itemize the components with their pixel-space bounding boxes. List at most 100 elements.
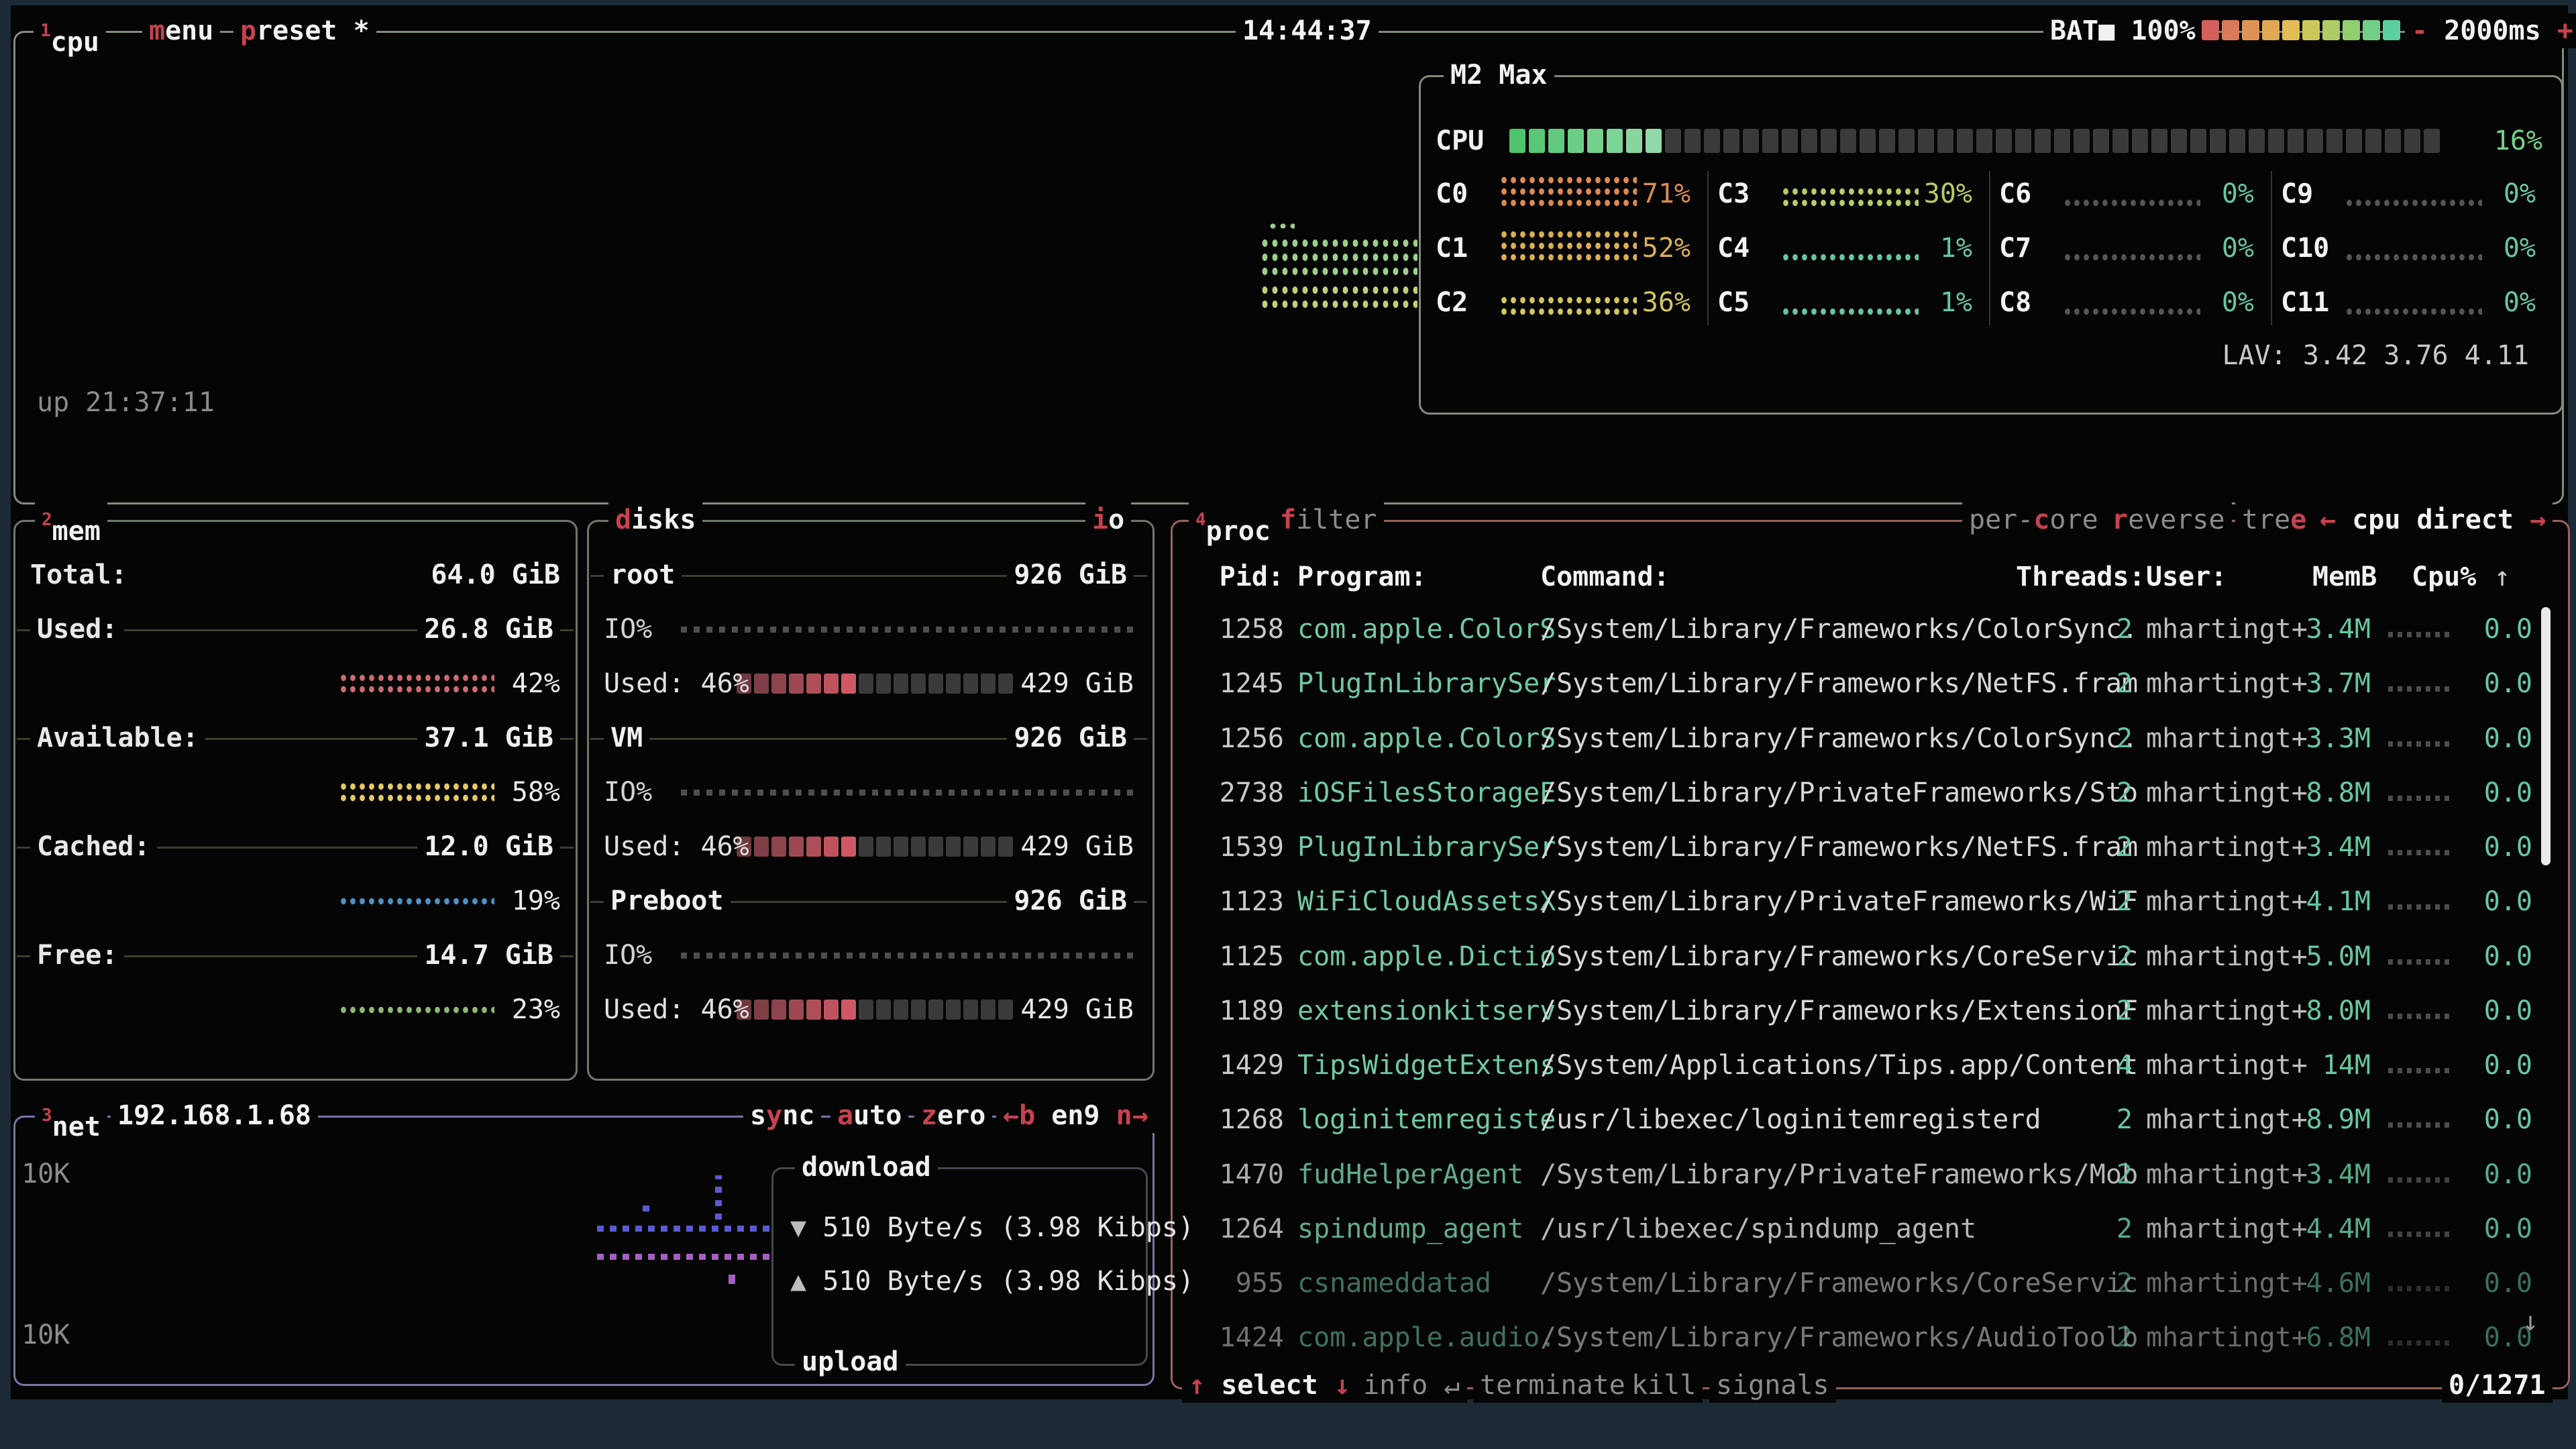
process-cpu-graph: [2388, 1122, 2454, 1128]
meter-block: [2363, 20, 2380, 40]
net-sync-toggle[interactable]: sync: [743, 1098, 821, 1133]
mem-row-value: 14.7 GiB: [417, 939, 560, 971]
preset-button[interactable]: preset *: [233, 13, 376, 48]
column-header-pid[interactable]: Pid:: [1201, 561, 1284, 593]
column-header-command[interactable]: Command:: [1540, 561, 1670, 593]
column-header-threads[interactable]: Threads:: [2016, 561, 2145, 593]
disks-title: isks: [631, 504, 696, 535]
disk-used-label: Used: 46%: [604, 831, 749, 862]
select-down-icon[interactable]: ↓: [1334, 1370, 1350, 1401]
cpu-total-label: CPU: [1436, 125, 1484, 157]
process-mem: 3.3M: [2281, 722, 2371, 755]
meter-block: [2093, 129, 2109, 153]
tree-hotkey: e: [2290, 504, 2306, 535]
mem-row: Total:64.0 GiB: [30, 559, 560, 591]
sort-prev-button[interactable]: ←: [2320, 504, 2336, 535]
battery-status: BAT■ 100%: [2043, 13, 2202, 48]
mem-row: Cached:12.0 GiB: [30, 830, 560, 863]
download-graph: [715, 1175, 722, 1220]
process-pid: 1424: [1201, 1322, 1284, 1354]
mem-row-value: 37.1 GiB: [417, 722, 560, 754]
tab-proc[interactable]: 4proc: [1189, 502, 1277, 537]
process-pid: 1123: [1201, 885, 1284, 918]
tab-net[interactable]: 3net: [35, 1098, 107, 1133]
interval-decrease-button[interactable]: -: [2412, 15, 2428, 46]
sort-column-switcher[interactable]: ← cpu direct →: [2313, 502, 2553, 537]
process-scrollbar[interactable]: [2541, 607, 2551, 865]
process-program: spindump_agent: [1297, 1213, 1523, 1245]
tab-disks[interactable]: disks: [608, 502, 702, 537]
core-label: C2: [1436, 286, 1468, 319]
meter-block: [2222, 20, 2239, 40]
net-hotkey: 3: [42, 1106, 52, 1126]
process-command: /System/Library/PrivateFrameworks/Mob: [1540, 1159, 2138, 1191]
info-button[interactable]: info ↵: [1356, 1368, 1467, 1403]
process-cpu-graph: [2388, 1286, 2454, 1291]
scroll-more-icon[interactable]: ↓: [2522, 1305, 2538, 1338]
core-label: C0: [1436, 178, 1468, 210]
process-command: /usr/libexec/spindump_agent: [1540, 1213, 1976, 1245]
menu-button[interactable]: menu: [142, 13, 220, 48]
column-header-cpu[interactable]: Cpu%: [2412, 561, 2476, 593]
kill-button[interactable]: kill: [1625, 1368, 1703, 1403]
column-header-program[interactable]: Program:: [1297, 561, 1427, 593]
meter-block: [2383, 20, 2400, 40]
auto-hotkey: a: [837, 1100, 853, 1131]
meter-block: [946, 674, 961, 694]
process-threads: 2: [2053, 831, 2133, 863]
meter-block: [894, 837, 908, 857]
reverse-hotkey: r: [2112, 504, 2128, 535]
column-header-mem[interactable]: MemB: [2312, 561, 2377, 593]
select-control[interactable]: ↑ select ↓: [1182, 1368, 1357, 1403]
meter-block: [824, 1000, 839, 1020]
interface-name: en9: [1051, 1100, 1099, 1131]
meter-block: [1879, 129, 1895, 153]
upload-rate: 510 Byte/s (3.98 Kibps): [822, 1266, 1194, 1297]
disk-row: root926 GiB: [604, 559, 1134, 591]
core-label: C11: [2281, 286, 2329, 319]
process-command: /System/Library/PrivateFrameworks/WiF: [1540, 885, 2138, 918]
select-up-icon[interactable]: ↑: [1189, 1370, 1205, 1401]
core-percent: 0%: [2194, 286, 2254, 319]
upload-title: upload: [795, 1344, 906, 1379]
interval-increase-button[interactable]: +: [2557, 15, 2573, 46]
process-cpu: 0.0: [2452, 995, 2532, 1027]
process-threads: 2: [2053, 722, 2133, 755]
column-header-user[interactable]: User:: [2146, 561, 2226, 593]
terminate-button[interactable]: terminate: [1473, 1368, 1632, 1403]
prev-interface-button[interactable]: ←b: [1003, 1100, 1035, 1131]
per-core-toggle[interactable]: per-core: [1962, 502, 2105, 537]
process-mem: 8.9M: [2281, 1104, 2371, 1136]
signals-button[interactable]: signals: [1709, 1368, 1836, 1403]
process-mem: 5.0M: [2281, 941, 2371, 973]
meter-block: [1723, 129, 1739, 153]
io-mode-toggle[interactable]: io: [1085, 502, 1131, 537]
sync-pre: s: [750, 1100, 766, 1131]
sort-next-button[interactable]: →: [2530, 504, 2546, 535]
process-threads: 2: [2053, 1267, 2133, 1299]
sort-direction-icon[interactable]: ↑: [2494, 561, 2510, 593]
mem-title: mem: [52, 516, 101, 547]
meter-block: [2268, 129, 2284, 153]
tab-cpu[interactable]: 1cpu: [34, 13, 106, 48]
core-usage-graph: [1499, 294, 1637, 317]
mem-meter-percent: 19%: [480, 885, 560, 917]
auto-post: uto: [853, 1100, 902, 1131]
process-pid: 1258: [1201, 613, 1284, 645]
net-scale-bottom: 10K: [21, 1319, 70, 1351]
tab-mem[interactable]: 2mem: [35, 502, 107, 537]
filter-button[interactable]: filter: [1273, 502, 1384, 537]
net-zero-toggle[interactable]: zero: [914, 1098, 992, 1133]
process-threads: 2: [2053, 1322, 2133, 1354]
reverse-toggle[interactable]: reverse: [2105, 502, 2232, 537]
meter-block: [754, 837, 769, 857]
net-auto-toggle[interactable]: auto: [830, 1098, 908, 1133]
meter-block: [928, 837, 943, 857]
info-label: info: [1363, 1370, 1428, 1401]
core-label: C4: [1717, 232, 1750, 264]
process-cpu-graph: [2388, 632, 2454, 637]
next-interface-button[interactable]: n→: [1116, 1100, 1148, 1131]
disks-hotkey: d: [615, 504, 631, 535]
net-interface-switcher[interactable]: ←b en9 n→: [996, 1098, 1155, 1133]
tree-toggle[interactable]: tree: [2235, 502, 2313, 537]
